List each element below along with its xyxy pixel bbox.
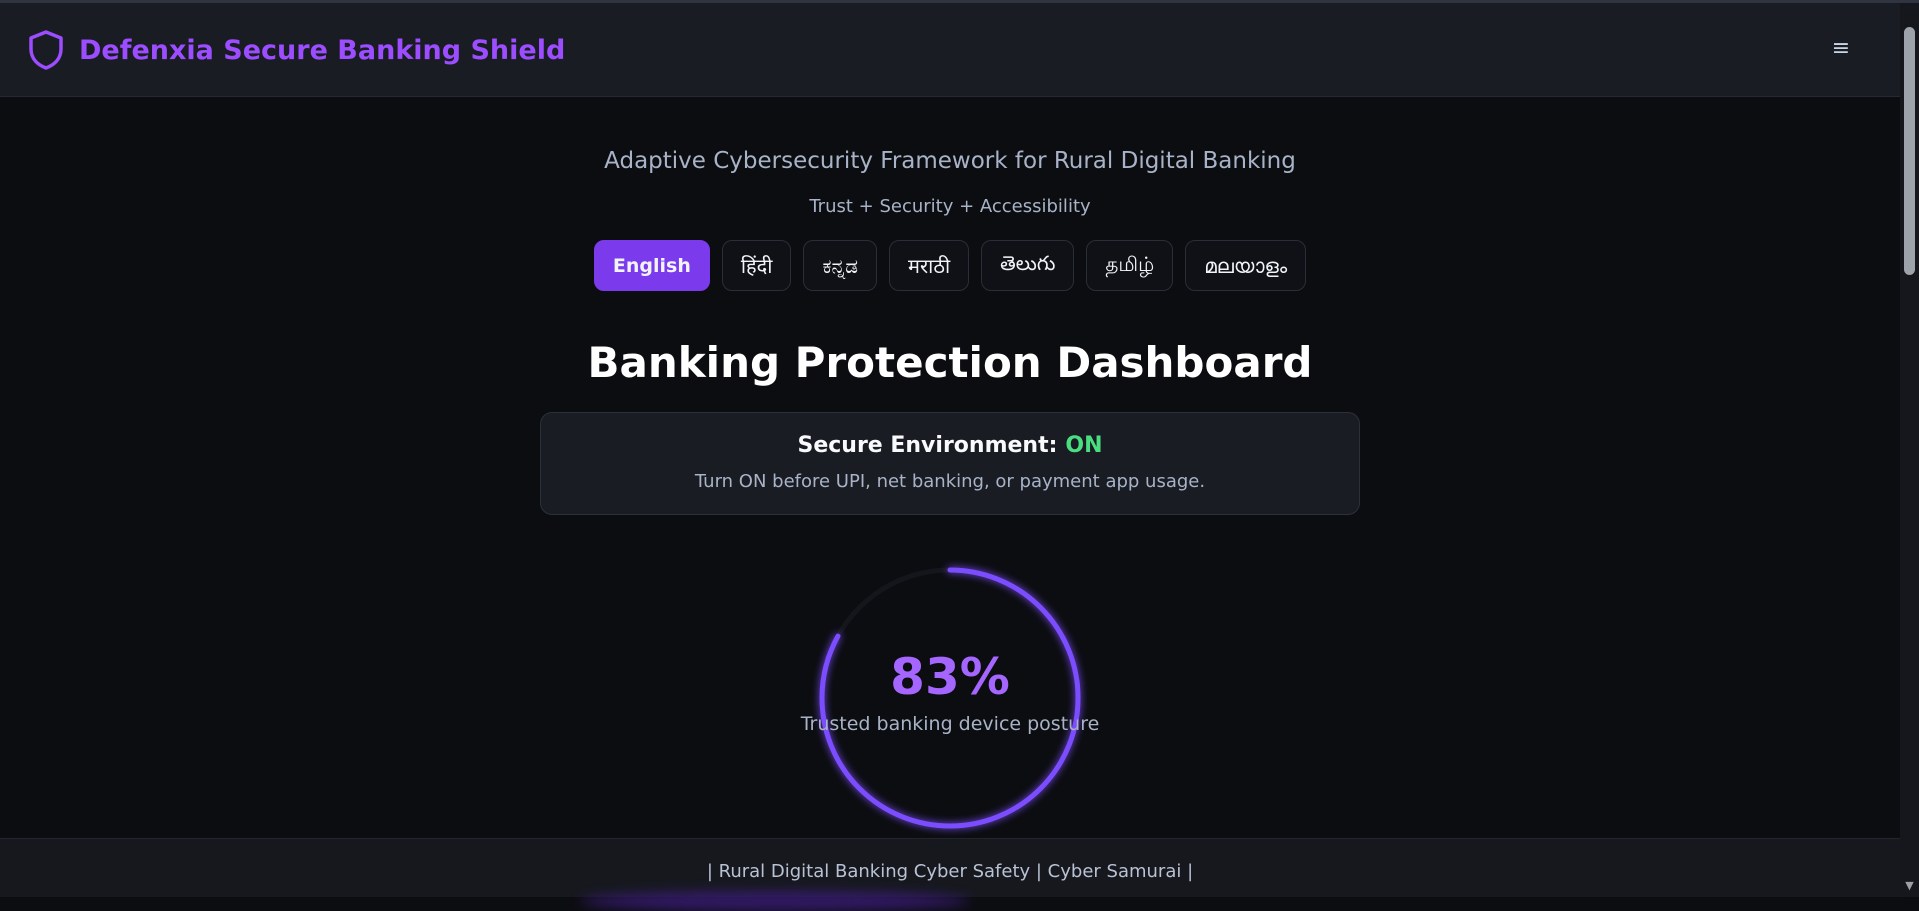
language-selector: English हिंदी ಕನ್ನಡ मराठी తెలుగు தமிழ் മ… (0, 240, 1900, 291)
footer-text: | Rural Digital Banking Cyber Safety | C… (706, 861, 1194, 882)
motto: Trust + Security + Accessibility (809, 196, 1091, 217)
brand-title: Defenxia Secure Banking Shield (79, 34, 566, 66)
posture-percentage: 83% (890, 648, 1010, 706)
vertical-scrollbar[interactable]: ▲ ▼ (1900, 3, 1919, 897)
language-button-hindi[interactable]: हिंदी (721, 240, 792, 291)
posture-label: Trusted banking device posture (800, 713, 1100, 735)
language-button-marathi[interactable]: मराठी (889, 240, 970, 291)
main-content: Adaptive Cybersecurity Framework for Rur… (0, 98, 1900, 838)
language-button-telugu[interactable]: తెలుగు (981, 240, 1075, 291)
posture-gauge: 83% Trusted banking device posture (800, 548, 1100, 848)
page-footer: | Rural Digital Banking Cyber Safety | C… (0, 838, 1900, 911)
shield-icon (27, 29, 65, 71)
secure-environment-status: Secure Environment: ON (541, 433, 1359, 458)
footer-glow-decoration (580, 891, 970, 911)
tagline: Adaptive Cybersecurity Framework for Rur… (604, 148, 1296, 174)
scrollbar-thumb[interactable] (1904, 27, 1915, 275)
scroll-down-arrow-icon[interactable]: ▼ (1903, 879, 1916, 893)
secure-state-badge: ON (1065, 433, 1103, 458)
language-button-kannada[interactable]: ಕನ್ನಡ (803, 240, 878, 291)
app-header: Defenxia Secure Banking Shield ≡ (0, 3, 1900, 97)
page-title: Banking Protection Dashboard (587, 338, 1313, 387)
brand[interactable]: Defenxia Secure Banking Shield (27, 29, 565, 71)
language-button-malayalam[interactable]: മലയാളം (1185, 240, 1307, 291)
secure-environment-hint: Turn ON before UPI, net banking, or paym… (694, 471, 1206, 492)
secure-environment-label: Secure Environment: (797, 433, 1058, 458)
language-button-english[interactable]: English (593, 240, 710, 291)
language-button-tamil[interactable]: தமிழ் (1086, 240, 1174, 291)
secure-environment-card[interactable]: Secure Environment: ON Turn ON before UPI… (540, 412, 1360, 515)
hamburger-menu-icon[interactable]: ≡ (1826, 33, 1856, 63)
